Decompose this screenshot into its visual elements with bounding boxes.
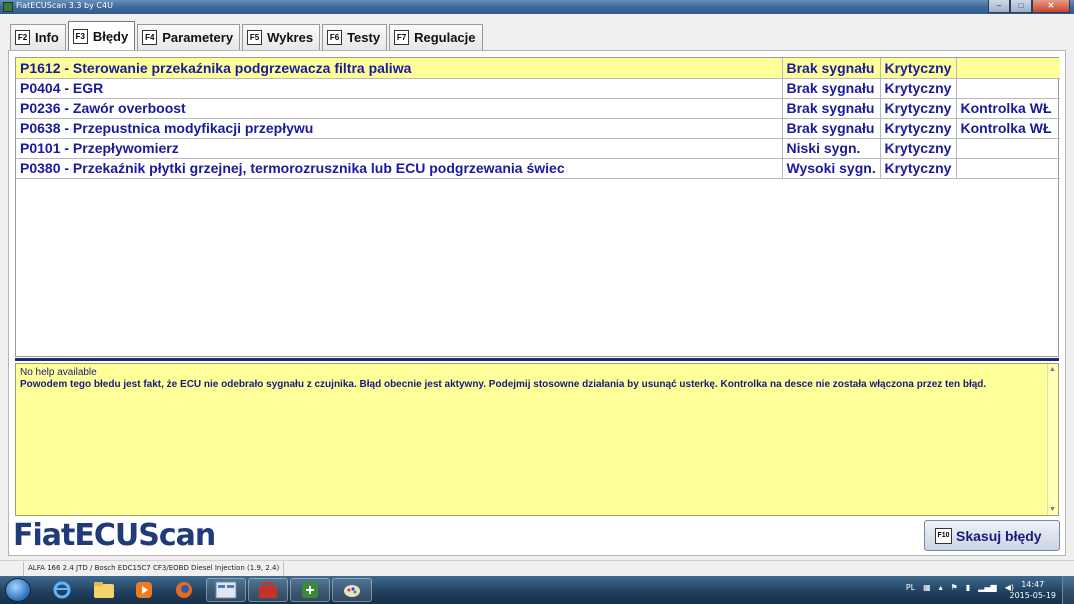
error-signal: Wysoki sygn.: [782, 158, 881, 179]
window-title: FiatECUScan 3.3 by C4U: [16, 1, 113, 10]
f10-key-icon: F10: [935, 527, 952, 544]
system-tray: PL ▦ ▴ ⚑ ▮ ▂▄▆ ◀): [906, 583, 1014, 592]
help-description: Powodem tego błedu jest fakt, że ECU nie…: [20, 379, 987, 390]
error-signal: Brak sygnału: [782, 78, 881, 99]
help-panel[interactable]: No help available Powodem tego błedu jes…: [15, 363, 1059, 516]
table-row[interactable]: P0404 - EGR Brak sygnału Krytyczny: [16, 78, 1060, 99]
table-row[interactable]: P0380 - Przekaźnik płytki grzejnej, term…: [16, 158, 1060, 179]
help-scrollbar[interactable]: ▲ ▼: [1047, 364, 1058, 515]
tab-label: Wykres: [267, 30, 314, 45]
clock-date: 2015-05-19: [1009, 591, 1057, 600]
table-row[interactable]: P0101 - Przepływomierz Niski sygn. Kryty…: [16, 138, 1060, 159]
error-severity: Krytyczny: [880, 78, 957, 99]
error-code: P0236 - Zawór overboost: [16, 98, 783, 119]
error-lamp: Kontrolka WŁ: [956, 118, 1060, 139]
internet-explorer-icon[interactable]: [42, 578, 82, 602]
error-severity: Krytyczny: [880, 138, 957, 159]
taskbar: PL ▦ ▴ ⚑ ▮ ▂▄▆ ◀) 14:47 2015-05-19: [0, 576, 1074, 604]
show-hidden-icons-icon[interactable]: ▴: [939, 583, 943, 592]
f4-key-icon: F4: [142, 30, 158, 45]
error-list[interactable]: P1612 - Sterowanie przekaźnika podgrzewa…: [15, 57, 1060, 357]
table-row[interactable]: P0638 - Przepustnica modyfikacji przepły…: [16, 118, 1060, 139]
error-severity: Krytyczny: [880, 118, 957, 139]
f2-key-icon: F2: [15, 30, 30, 45]
fiatecuscan-taskbar-icon[interactable]: [290, 578, 330, 602]
status-bar: ALFA 166 2.4 JTD / Bosch EDC15C7 CF3/EOB…: [0, 560, 1074, 576]
clear-errors-label: Skasuj błędy: [956, 527, 1042, 544]
tab-label: Testy: [347, 30, 381, 45]
f7-key-icon: F7: [394, 30, 410, 45]
f5-key-icon: F5: [247, 30, 263, 45]
app-logo: FiatECUScan: [13, 518, 216, 553]
table-row[interactable]: P1612 - Sterowanie przekaźnika podgrzewa…: [16, 58, 1060, 79]
tab-parameters[interactable]: F4 Parametery: [137, 24, 241, 50]
error-signal: Niski sygn.: [782, 138, 881, 159]
clear-errors-button[interactable]: F10 Skasuj błędy: [924, 520, 1060, 551]
error-lamp: [956, 138, 1060, 159]
error-severity: Krytyczny: [880, 98, 957, 119]
error-severity: Krytyczny: [880, 158, 957, 179]
media-player-icon[interactable]: [124, 578, 164, 602]
f6-key-icon: F6: [327, 30, 343, 45]
error-lamp: Kontrolka WŁ: [956, 98, 1060, 119]
tab-bar: F2 Info F3 Błędy F4 Parametery F5 Wykres…: [10, 21, 485, 50]
window-title-bar: FiatECUScan 3.3 by C4U – □ ✕: [0, 0, 1074, 14]
error-code: P0101 - Przepływomierz: [16, 138, 783, 159]
file-explorer-icon[interactable]: [84, 578, 124, 602]
language-indicator[interactable]: PL: [906, 583, 915, 592]
error-signal: Brak sygnału: [782, 118, 881, 139]
clock[interactable]: 14:47 2015-05-19: [1010, 579, 1057, 601]
table-row[interactable]: P0236 - Zawór overboost Brak sygnału Kry…: [16, 98, 1060, 119]
action-center-flag-icon[interactable]: ⚑: [951, 583, 958, 592]
error-signal: Brak sygnału: [782, 98, 881, 119]
toolbox-icon[interactable]: [248, 578, 288, 602]
error-code: P0380 - Przekaźnik płytki grzejnej, term…: [16, 158, 783, 179]
power-icon[interactable]: ▮: [966, 583, 970, 592]
error-lamp: [956, 78, 1060, 99]
firefox-icon[interactable]: [164, 578, 204, 602]
maximize-button[interactable]: □: [1010, 0, 1032, 13]
error-lamp: [956, 58, 1060, 79]
error-signal: Brak sygnału: [782, 58, 881, 79]
scroll-up-icon[interactable]: ▲: [1049, 366, 1056, 373]
network-icon[interactable]: ▂▄▆: [978, 583, 996, 592]
app-icon: [3, 2, 13, 12]
clock-time: 14:47: [1021, 580, 1045, 589]
minimize-button[interactable]: –: [988, 0, 1010, 13]
tab-label: Błędy: [92, 28, 129, 44]
tab-label: Info: [35, 30, 59, 45]
tab-label: Regulacje: [414, 30, 476, 45]
tab-info[interactable]: F2 Info: [10, 24, 66, 50]
help-title: No help available: [20, 367, 97, 378]
show-desktop-button[interactable]: [1062, 576, 1074, 604]
tab-adjustments[interactable]: F7 Regulacje: [389, 24, 483, 50]
paint-icon[interactable]: [332, 578, 372, 602]
error-code: P0404 - EGR: [16, 78, 783, 99]
vehicle-info: ALFA 166 2.4 JTD / Bosch EDC15C7 CF3/EOB…: [23, 562, 285, 576]
tab-errors[interactable]: F3 Błędy: [67, 21, 136, 50]
error-code: P0638 - Przepustnica modyfikacji przepły…: [16, 118, 783, 139]
start-button[interactable]: [5, 578, 31, 602]
f3-key-icon: F3: [72, 28, 88, 44]
close-button[interactable]: ✕: [1032, 0, 1070, 13]
tab-chart[interactable]: F5 Wykres: [242, 24, 321, 50]
tab-tests[interactable]: F6 Testy: [322, 24, 388, 50]
scroll-down-icon[interactable]: ▼: [1049, 506, 1056, 513]
panel-divider: [15, 358, 1059, 361]
error-lamp: [956, 158, 1060, 179]
error-severity: Krytyczny: [880, 58, 957, 79]
tab-label: Parametery: [162, 30, 234, 45]
app-window-icon[interactable]: [206, 578, 246, 602]
keyboard-icon[interactable]: ▦: [923, 583, 931, 592]
error-code: P1612 - Sterowanie przekaźnika podgrzewa…: [16, 58, 783, 79]
